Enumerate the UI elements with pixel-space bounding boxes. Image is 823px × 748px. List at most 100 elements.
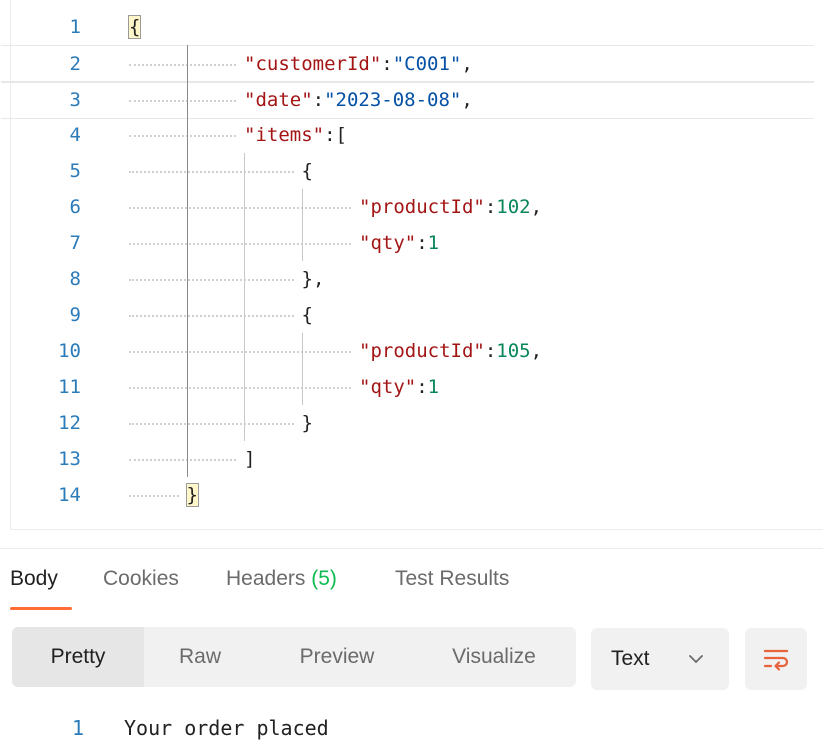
wrap-lines-button[interactable] bbox=[745, 628, 807, 690]
json-number: 1 bbox=[427, 376, 440, 398]
view-pretty-button[interactable]: Pretty bbox=[12, 627, 144, 687]
line-number: 7 bbox=[69, 232, 81, 254]
response-tabs: Body Cookies Headers (5) Test Results bbox=[0, 548, 823, 613]
view-visualize-button[interactable]: Visualize bbox=[430, 627, 558, 687]
scope-guide bbox=[186, 45, 188, 477]
code-text: }, bbox=[302, 261, 325, 297]
json-punctuation: , bbox=[530, 196, 543, 218]
code-line: 13] bbox=[1, 441, 814, 477]
headers-count-badge: (5) bbox=[311, 567, 337, 590]
line-number: 13 bbox=[58, 448, 81, 470]
line-number: 12 bbox=[58, 412, 81, 434]
json-key: "customerId" bbox=[244, 53, 382, 75]
code-text: "productId":102, bbox=[359, 189, 542, 225]
code-text: } bbox=[185, 477, 199, 513]
response-line-number: 1 bbox=[71, 716, 84, 740]
view-preview-button[interactable]: Preview bbox=[272, 627, 402, 687]
code-line: 7 "qty":1 bbox=[1, 225, 814, 261]
response-text: Your order placed bbox=[124, 716, 329, 740]
indent-guide bbox=[129, 243, 351, 245]
json-punctuation: { bbox=[301, 304, 313, 326]
line-number: 9 bbox=[69, 304, 81, 326]
json-punctuation: , bbox=[461, 89, 473, 111]
line-number: 5 bbox=[69, 160, 81, 182]
indent-guide bbox=[129, 351, 351, 353]
code-line: 6 "productId":102, bbox=[1, 189, 814, 225]
code-line: 10 "productId":105, bbox=[1, 333, 814, 369]
response-body-line: 1 Your order placed bbox=[0, 708, 823, 740]
view-mode-selector: Pretty Raw Preview Visualize bbox=[12, 627, 576, 687]
code-line: 2 "customerId":"C001", bbox=[1, 45, 814, 83]
format-select-value: Text bbox=[611, 647, 650, 670]
json-key: "qty" bbox=[359, 376, 417, 398]
indent-guide bbox=[129, 100, 236, 102]
line-number: 4 bbox=[69, 124, 81, 146]
wrap-lines-icon bbox=[763, 649, 789, 671]
json-key: "productId" bbox=[359, 340, 485, 362]
json-punctuation: : bbox=[312, 89, 325, 111]
code-line: 9{ bbox=[1, 297, 814, 333]
line-number: 8 bbox=[69, 268, 81, 290]
json-number: 105 bbox=[496, 340, 531, 362]
format-select[interactable]: Text bbox=[591, 628, 729, 690]
json-key: "productId" bbox=[359, 196, 485, 218]
chevron-down-icon bbox=[689, 655, 703, 663]
scope-guide bbox=[301, 189, 303, 261]
line-number: 3 bbox=[69, 89, 81, 111]
indent-guide bbox=[129, 423, 294, 425]
line-number: 14 bbox=[58, 484, 81, 506]
code-text: "date":"2023-08-08", bbox=[244, 82, 473, 118]
json-punctuation: : bbox=[416, 232, 428, 254]
indent-guide bbox=[129, 315, 294, 317]
code-text: "customerId":"C001", bbox=[244, 46, 473, 82]
json-punctuation: } bbox=[301, 412, 313, 434]
code-text: "items":[ bbox=[244, 117, 347, 153]
request-body-editor[interactable]: 1{2 "customerId":"C001", 3 "date":"2023-08-… bbox=[1, 0, 823, 530]
view-raw-button[interactable]: Raw bbox=[152, 627, 248, 687]
indent-guide bbox=[129, 207, 351, 209]
line-number: 1 bbox=[69, 16, 81, 38]
code-text: ] bbox=[244, 441, 255, 477]
code-line: 4 "items":[ bbox=[1, 117, 814, 153]
json-string: "C001" bbox=[392, 53, 462, 75]
json-punctuation: : bbox=[381, 53, 393, 75]
json-key: "items" bbox=[244, 124, 325, 146]
json-punctuation: , bbox=[461, 53, 473, 75]
indent-guide bbox=[129, 64, 236, 66]
code-text: { bbox=[302, 153, 313, 189]
code-line: 5{ bbox=[1, 153, 814, 189]
json-punctuation: , bbox=[530, 340, 543, 362]
json-punctuation: : bbox=[416, 376, 428, 398]
json-number: 1 bbox=[427, 232, 440, 254]
json-string: "2023-08-08" bbox=[324, 89, 462, 111]
indent-guide bbox=[129, 279, 294, 281]
json-punctuation: : bbox=[484, 196, 497, 218]
json-punctuation: ] bbox=[244, 448, 256, 470]
tab-cookies[interactable]: Cookies bbox=[103, 567, 179, 591]
json-key: "qty" bbox=[359, 232, 417, 254]
json-punctuation: } bbox=[185, 483, 199, 507]
indent-guide bbox=[129, 495, 179, 497]
tab-test-results[interactable]: Test Results bbox=[395, 567, 509, 591]
code-text: "qty":1 bbox=[359, 225, 439, 261]
scope-guide bbox=[301, 333, 303, 405]
scope-guide bbox=[244, 153, 245, 441]
line-number: 6 bbox=[69, 196, 81, 218]
indent-guide bbox=[129, 135, 236, 137]
indent-guide bbox=[129, 171, 294, 173]
tab-headers[interactable]: Headers (5) bbox=[226, 567, 337, 591]
code-text: } bbox=[302, 405, 313, 441]
tab-headers-label: Headers bbox=[226, 567, 306, 590]
code-line: 8}, bbox=[1, 261, 814, 297]
json-punctuation: { bbox=[127, 15, 142, 39]
code-text: "qty":1 bbox=[359, 369, 439, 405]
tab-body[interactable]: Body bbox=[10, 567, 58, 591]
code-text: "productId":105, bbox=[359, 333, 542, 369]
line-number: 2 bbox=[69, 53, 81, 75]
active-tab-indicator bbox=[10, 607, 72, 610]
code-line: 3 "date":"2023-08-08", bbox=[1, 81, 814, 119]
json-punctuation: { bbox=[301, 160, 313, 182]
line-number: 11 bbox=[58, 376, 81, 398]
indent-guide bbox=[129, 459, 236, 461]
json-number: 102 bbox=[496, 196, 531, 218]
